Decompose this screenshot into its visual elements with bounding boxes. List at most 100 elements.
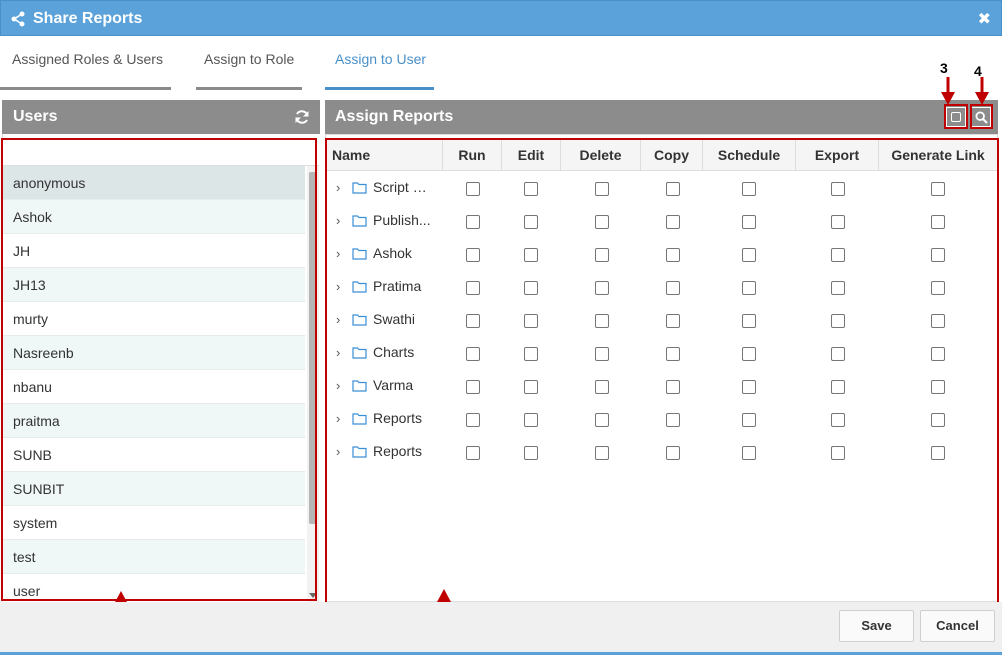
permission-checkbox-delete[interactable] <box>595 281 609 295</box>
column-header[interactable]: Export <box>796 139 879 171</box>
permission-checkbox-run[interactable] <box>466 215 480 229</box>
permission-checkbox-edit[interactable] <box>524 182 538 196</box>
permission-checkbox-export[interactable] <box>831 347 845 361</box>
permission-checkbox-export[interactable] <box>831 215 845 229</box>
permission-checkbox-run[interactable] <box>466 380 480 394</box>
user-list-item[interactable]: Nasreenb <box>3 336 305 370</box>
permission-checkbox-copy[interactable] <box>666 446 680 460</box>
user-list-item[interactable]: SUNB <box>3 438 305 472</box>
expand-button[interactable] <box>946 107 966 127</box>
report-name[interactable]: Varma <box>373 377 433 393</box>
refresh-icon[interactable] <box>294 109 310 125</box>
user-list-item[interactable]: user <box>3 574 305 602</box>
permission-checkbox-generate-link[interactable] <box>931 182 945 196</box>
permission-checkbox-delete[interactable] <box>595 347 609 361</box>
permission-checkbox-export[interactable] <box>831 314 845 328</box>
permission-checkbox-schedule[interactable] <box>742 413 756 427</box>
expand-chevron-icon[interactable]: › <box>336 213 340 228</box>
column-header[interactable]: Schedule <box>703 139 796 171</box>
permission-checkbox-copy[interactable] <box>666 281 680 295</box>
cancel-button[interactable]: Cancel <box>920 610 995 642</box>
permission-checkbox-delete[interactable] <box>595 215 609 229</box>
permission-checkbox-export[interactable] <box>831 248 845 262</box>
permission-checkbox-generate-link[interactable] <box>931 215 945 229</box>
permission-checkbox-export[interactable] <box>831 380 845 394</box>
expand-chevron-icon[interactable]: › <box>336 246 340 261</box>
permission-checkbox-export[interactable] <box>831 446 845 460</box>
permission-checkbox-schedule[interactable] <box>742 248 756 262</box>
scrollbar-thumb[interactable] <box>309 172 317 524</box>
permission-checkbox-schedule[interactable] <box>742 380 756 394</box>
expand-chevron-icon[interactable]: › <box>336 279 340 294</box>
permission-checkbox-copy[interactable] <box>666 413 680 427</box>
permission-checkbox-delete[interactable] <box>595 314 609 328</box>
permission-checkbox-copy[interactable] <box>666 182 680 196</box>
expand-chevron-icon[interactable]: › <box>336 312 340 327</box>
expand-chevron-icon[interactable]: › <box>336 378 340 393</box>
user-list-item[interactable]: anonymous <box>3 166 305 200</box>
permission-checkbox-edit[interactable] <box>524 446 538 460</box>
expand-chevron-icon[interactable]: › <box>336 345 340 360</box>
permission-checkbox-schedule[interactable] <box>742 314 756 328</box>
expand-chevron-icon[interactable]: › <box>336 444 340 459</box>
permission-checkbox-delete[interactable] <box>595 380 609 394</box>
report-name[interactable]: Ashok <box>373 245 433 261</box>
expand-chevron-icon[interactable]: › <box>336 180 340 195</box>
user-list-item[interactable]: system <box>3 506 305 540</box>
column-header[interactable]: Delete <box>561 139 641 171</box>
permission-checkbox-run[interactable] <box>466 347 480 361</box>
user-list-item[interactable]: JH13 <box>3 268 305 302</box>
permission-checkbox-copy[interactable] <box>666 314 680 328</box>
column-header[interactable]: Run <box>443 139 502 171</box>
permission-checkbox-schedule[interactable] <box>742 182 756 196</box>
permission-checkbox-run[interactable] <box>466 446 480 460</box>
users-scrollbar[interactable] <box>307 166 319 602</box>
permission-checkbox-run[interactable] <box>466 314 480 328</box>
permission-checkbox-run[interactable] <box>466 413 480 427</box>
tab-assign-to-role[interactable]: Assign to Role <box>196 51 302 90</box>
permission-checkbox-generate-link[interactable] <box>931 314 945 328</box>
tab-assigned-roles-users[interactable]: Assigned Roles & Users <box>0 51 171 90</box>
permission-checkbox-export[interactable] <box>831 413 845 427</box>
permission-checkbox-generate-link[interactable] <box>931 446 945 460</box>
report-name[interactable]: Pratima <box>373 278 433 294</box>
user-list-item[interactable]: JH <box>3 234 305 268</box>
permission-checkbox-copy[interactable] <box>666 215 680 229</box>
user-list-item[interactable]: Ashok <box>3 200 305 234</box>
expand-chevron-icon[interactable]: › <box>336 411 340 426</box>
permission-checkbox-generate-link[interactable] <box>931 248 945 262</box>
permission-checkbox-edit[interactable] <box>524 215 538 229</box>
column-header[interactable]: Name <box>326 139 443 171</box>
permission-checkbox-schedule[interactable] <box>742 215 756 229</box>
permission-checkbox-copy[interactable] <box>666 347 680 361</box>
scroll-down-icon[interactable] <box>309 593 317 598</box>
column-header[interactable]: Copy <box>641 139 703 171</box>
permission-checkbox-generate-link[interactable] <box>931 281 945 295</box>
report-name[interactable]: Reports <box>373 410 433 426</box>
user-list-item[interactable]: praitma <box>3 404 305 438</box>
permission-checkbox-copy[interactable] <box>666 248 680 262</box>
user-list-item[interactable]: test <box>3 540 305 574</box>
permission-checkbox-delete[interactable] <box>595 446 609 460</box>
report-name[interactable]: Publish... <box>373 212 433 228</box>
permission-checkbox-edit[interactable] <box>524 413 538 427</box>
permission-checkbox-edit[interactable] <box>524 347 538 361</box>
permission-checkbox-edit[interactable] <box>524 314 538 328</box>
report-name[interactable]: Script R... <box>373 179 433 195</box>
user-list-item[interactable]: murty <box>3 302 305 336</box>
report-name[interactable]: Swathi <box>373 311 433 327</box>
permission-checkbox-edit[interactable] <box>524 281 538 295</box>
permission-checkbox-schedule[interactable] <box>742 281 756 295</box>
permission-checkbox-export[interactable] <box>831 281 845 295</box>
permission-checkbox-run[interactable] <box>466 248 480 262</box>
permission-checkbox-delete[interactable] <box>595 413 609 427</box>
save-button[interactable]: Save <box>839 610 914 642</box>
report-name[interactable]: Charts <box>373 344 433 360</box>
permission-checkbox-generate-link[interactable] <box>931 347 945 361</box>
permission-checkbox-schedule[interactable] <box>742 446 756 460</box>
column-header[interactable]: Generate Link <box>879 139 997 171</box>
permission-checkbox-edit[interactable] <box>524 380 538 394</box>
permission-checkbox-edit[interactable] <box>524 248 538 262</box>
permission-checkbox-delete[interactable] <box>595 248 609 262</box>
tab-assign-to-user[interactable]: Assign to User <box>325 51 434 90</box>
